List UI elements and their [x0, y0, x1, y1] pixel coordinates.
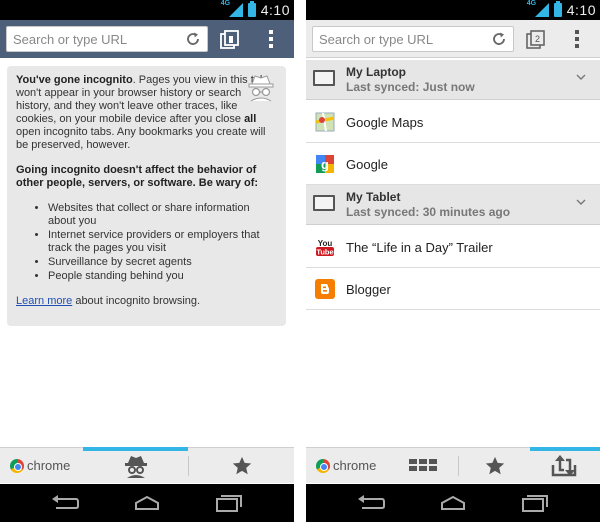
clock: 4:10 [260, 2, 290, 18]
item-title: Google [346, 157, 388, 172]
home-icon[interactable] [132, 493, 162, 513]
search-input[interactable] [13, 31, 173, 47]
chevron-down-icon [576, 199, 586, 205]
system-nav-bar [306, 484, 600, 522]
google-icon: g [316, 155, 334, 173]
svg-text:2: 2 [535, 34, 540, 44]
svg-text:g: g [321, 157, 329, 172]
item-title: The “Life in a Day” Trailer [346, 240, 493, 255]
device-header-tablet[interactable]: My Tablet Last synced: 30 minutes ago [306, 185, 600, 225]
incognito-paragraph-1: You've gone incognito. Pages you view in… [16, 74, 266, 151]
grid-icon [409, 458, 437, 471]
tab-other-devices[interactable] [530, 447, 600, 483]
list-item[interactable]: Google Maps [306, 101, 600, 143]
tab-most-visited[interactable] [394, 448, 454, 483]
back-icon[interactable] [50, 493, 80, 513]
clock: 4:10 [566, 2, 596, 18]
device-name: My Laptop [346, 65, 406, 79]
recents-icon[interactable] [520, 493, 550, 513]
list-item: Internet service providers or employers … [48, 229, 277, 255]
youtube-icon: You Tube [316, 239, 334, 257]
omnibox[interactable] [6, 26, 208, 52]
tablet-icon [313, 195, 335, 211]
last-synced: Last synced: 30 minutes ago [346, 205, 511, 219]
incognito-title: You've gone incognito [16, 74, 133, 86]
incognito-spy-icon [248, 75, 274, 102]
warning-list: Websites that collect or share informati… [48, 202, 277, 283]
toolbar: 2 [306, 20, 600, 58]
chevron-down-icon [576, 74, 586, 80]
incognito-info-card: You've gone incognito. Pages you view in… [7, 66, 286, 326]
star-icon [485, 456, 505, 474]
list-item: People standing behind you [48, 270, 277, 283]
device-header-laptop[interactable]: My Laptop Last synced: Just now [306, 60, 600, 100]
signal-icon: 4G [221, 0, 243, 17]
search-input[interactable] [319, 31, 479, 47]
bottom-bar: chrome [306, 447, 600, 483]
phone-other-devices: 4G 4:10 2 My Laptop Last synced: Just no… [306, 0, 600, 522]
chrome-logo: chrome [10, 458, 70, 473]
blogger-icon [315, 279, 335, 299]
tab-bookmarks[interactable] [460, 448, 530, 483]
item-title: Google Maps [346, 115, 424, 130]
last-synced: Last synced: Just now [346, 80, 475, 94]
home-icon[interactable] [438, 493, 468, 513]
list-item[interactable]: Blogger [306, 268, 600, 310]
svg-text:Tube: Tube [316, 248, 333, 257]
recents-icon[interactable] [214, 493, 244, 513]
system-nav-bar [0, 484, 294, 522]
tabs-icon[interactable] [220, 30, 240, 50]
status-bar: 4G 4:10 [306, 0, 600, 20]
incognito-spy-icon [124, 455, 147, 478]
reload-icon[interactable] [185, 31, 201, 47]
tab-bookmarks[interactable] [190, 448, 294, 483]
back-icon[interactable] [356, 493, 386, 513]
device-name: My Tablet [346, 190, 401, 204]
list-item[interactable]: You Tube The “Life in a Day” Trailer [306, 226, 600, 268]
status-bar: 4G 4:10 [0, 0, 294, 20]
other-devices-icon [551, 454, 577, 476]
incognito-paragraph-2: Going incognito doesn't affect the behav… [16, 164, 259, 189]
learn-more-link[interactable]: Learn more [16, 295, 72, 307]
overflow-menu-icon[interactable] [574, 30, 580, 50]
bottom-bar: chrome [0, 447, 294, 483]
chrome-logo: chrome [316, 458, 376, 473]
omnibox[interactable] [312, 26, 514, 52]
reload-icon[interactable] [491, 31, 507, 47]
item-title: Blogger [346, 282, 391, 297]
learn-more-line: Learn more about incognito browsing. [16, 295, 201, 307]
google-maps-icon [315, 112, 335, 132]
list-item: Surveillance by secret agents [48, 256, 277, 269]
list-item: Websites that collect or share informati… [48, 202, 277, 228]
phone-incognito: 4G 4:10 You [0, 0, 294, 522]
chrome-logo-icon [316, 458, 330, 473]
battery-icon [553, 1, 562, 17]
tabs-icon[interactable]: 2 [526, 30, 546, 50]
tab-incognito[interactable] [83, 447, 188, 483]
laptop-icon [313, 70, 335, 86]
star-icon [232, 456, 252, 474]
chrome-logo-icon [10, 458, 24, 473]
toolbar [0, 20, 294, 58]
overflow-menu-icon[interactable] [268, 30, 274, 50]
battery-icon [247, 1, 256, 17]
signal-icon: 4G [527, 0, 549, 17]
list-item[interactable]: g Google [306, 143, 600, 185]
